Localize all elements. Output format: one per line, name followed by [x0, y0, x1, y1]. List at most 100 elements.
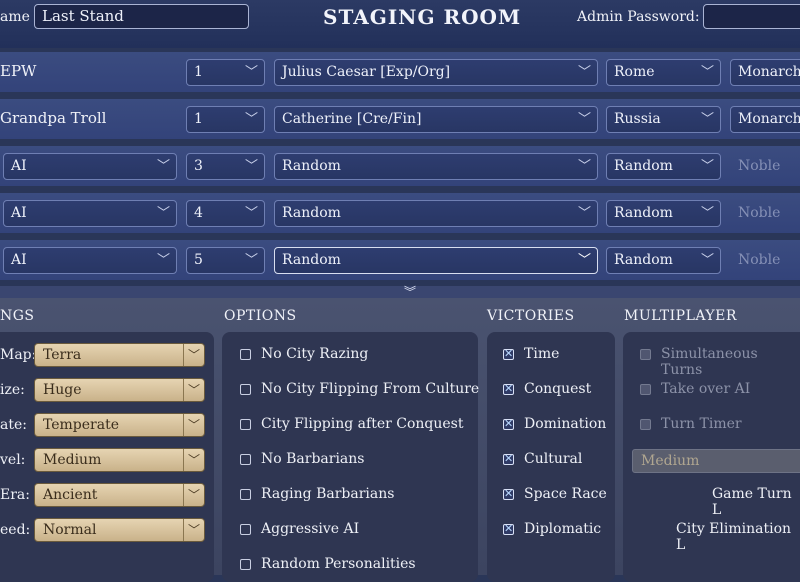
climate-value: Temperate	[43, 417, 120, 433]
civ-value: Random	[614, 158, 673, 174]
aggressive-ai-checkbox[interactable]	[240, 524, 251, 535]
difficulty-value: Monarch	[738, 111, 800, 127]
difficulty-text: Noble	[738, 252, 781, 268]
leader-dropdown[interactable]: Random ﹀	[274, 247, 598, 274]
sea-level-dropdown[interactable]: Medium ﹀	[34, 448, 205, 472]
player-type-dropdown[interactable]: AI ﹀	[3, 153, 177, 180]
city-elimination-limit-label: City Elimination L	[676, 521, 792, 553]
leader-dropdown[interactable]: Random ﹀	[274, 153, 598, 180]
no-barbarians-checkbox[interactable]	[240, 454, 251, 465]
civ-dropdown[interactable]: Random ﹀	[606, 200, 721, 227]
admin-password-input[interactable]	[703, 4, 800, 29]
victory-label: Time	[524, 346, 560, 362]
random-personalities-checkbox[interactable]	[240, 559, 251, 570]
chevron-down-icon: ﹀	[700, 206, 714, 221]
game-turn-limit-label: Game Turn L	[712, 486, 792, 518]
sea-level-value: Medium	[43, 452, 102, 468]
civ-value: Random	[614, 205, 673, 221]
chevron-down-icon: ﹀	[577, 65, 591, 80]
diplomatic-victory-checkbox[interactable]	[503, 522, 514, 535]
no-city-razing-checkbox[interactable]	[240, 349, 251, 360]
mp-option-label: Turn Timer	[661, 416, 742, 432]
chevron-down-icon: ﹀	[183, 344, 204, 366]
chevron-down-icon: ﹀	[156, 206, 170, 221]
player-row: AI ﹀ 3 ﹀ Random ﹀ Random ﹀ Noble	[0, 146, 800, 186]
player-row: AI ﹀ 4 ﹀ Random ﹀ Random ﹀ Noble	[0, 193, 800, 233]
chevron-down-icon: ﹀	[700, 159, 714, 174]
civ-dropdown[interactable]: Russia ﹀	[606, 106, 721, 133]
civ-dropdown[interactable]: Random ﹀	[606, 153, 721, 180]
player-type-value: AI	[11, 158, 27, 174]
chevron-down-icon: ﹀	[700, 112, 714, 127]
city-flipping-conquest-checkbox[interactable]	[240, 419, 251, 430]
difficulty-text: Noble	[738, 205, 781, 221]
header-bar: ame Last Stand STAGING ROOM Admin Passwo…	[0, 0, 800, 48]
chevron-down-icon: ﹀	[700, 253, 714, 268]
player-name: EPW	[0, 62, 37, 80]
leader-value: Catherine [Cre/Fin]	[282, 111, 422, 127]
mp-option-label: Simultaneous Turns	[661, 346, 758, 378]
team-dropdown[interactable]: 1 ﹀	[186, 106, 265, 133]
size-label: ize:	[0, 382, 25, 398]
team-dropdown[interactable]: 3 ﹀	[186, 153, 265, 180]
victory-label: Diplomatic	[524, 521, 602, 537]
civ-dropdown[interactable]: Random ﹀	[606, 247, 721, 274]
difficulty-value: Monarch	[738, 64, 800, 80]
civ-value: Random	[614, 252, 673, 268]
victory-label: Cultural	[524, 451, 583, 467]
game-name-input[interactable]: Last Stand	[34, 4, 249, 29]
leader-dropdown[interactable]: Random ﹀	[274, 200, 598, 227]
take-over-ai-checkbox[interactable]	[640, 384, 651, 395]
leader-dropdown[interactable]: Julius Caesar [Exp/Org] ﹀	[274, 59, 598, 86]
era-dropdown[interactable]: Ancient ﹀	[34, 483, 205, 507]
player-type-value: AI	[11, 252, 27, 268]
time-victory-checkbox[interactable]	[503, 347, 514, 360]
chevron-down-icon: ﹀	[244, 112, 258, 127]
leader-dropdown[interactable]: Catherine [Cre/Fin] ﹀	[274, 106, 598, 133]
team-dropdown[interactable]: 4 ﹀	[186, 200, 265, 227]
player-row: AI ﹀ 5 ﹀ Random ﹀ Random ﹀ Noble	[0, 240, 800, 280]
leader-value: Julius Caesar [Exp/Org]	[282, 64, 451, 80]
option-label: Random Personalities	[261, 556, 416, 572]
options-header: OPTIONS	[224, 308, 297, 324]
player-type-dropdown[interactable]: AI ﹀	[3, 247, 177, 274]
chevron-down-icon: ﹀	[183, 449, 204, 471]
team-value: 1	[194, 111, 203, 127]
speed-dropdown[interactable]: Normal ﹀	[34, 518, 205, 542]
size-dropdown[interactable]: Huge ﹀	[34, 378, 205, 402]
chevron-down-icon: ﹀	[577, 206, 591, 221]
admin-password-label: Admin Password:	[577, 9, 700, 25]
turn-timer-dropdown[interactable]: Medium	[632, 449, 800, 473]
domination-victory-checkbox[interactable]	[503, 417, 514, 430]
team-dropdown[interactable]: 5 ﹀	[186, 247, 265, 274]
conquest-victory-checkbox[interactable]	[503, 382, 514, 395]
climate-dropdown[interactable]: Temperate ﹀	[34, 413, 205, 437]
chevron-down-icon: ﹀	[244, 65, 258, 80]
victory-label: Conquest	[524, 381, 592, 397]
size-value: Huge	[43, 382, 82, 398]
space-race-victory-checkbox[interactable]	[503, 487, 514, 500]
player-type-dropdown[interactable]: AI ﹀	[3, 200, 177, 227]
turn-timer-checkbox[interactable]	[640, 419, 651, 430]
map-value: Terra	[43, 347, 82, 363]
cultural-victory-checkbox[interactable]	[503, 452, 514, 465]
era-value: Ancient	[43, 487, 98, 503]
player-name: Grandpa Troll	[0, 109, 107, 127]
raging-barbarians-checkbox[interactable]	[240, 489, 251, 500]
team-value: 4	[194, 205, 203, 221]
difficulty-dropdown[interactable]: Monarch	[730, 59, 800, 86]
option-label: No Barbarians	[261, 451, 365, 467]
climate-label: ate:	[0, 417, 27, 433]
team-dropdown[interactable]: 1 ﹀	[186, 59, 265, 86]
map-dropdown[interactable]: Terra ﹀	[34, 343, 205, 367]
victory-label: Space Race	[524, 486, 607, 502]
player-row: EPW 1 ﹀ Julius Caesar [Exp/Org] ﹀ Rome ﹀ Mo…	[0, 52, 800, 92]
page-title: STAGING ROOM	[323, 5, 522, 29]
option-label: No City Flipping From Culture	[261, 381, 480, 397]
civ-dropdown[interactable]: Rome ﹀	[606, 59, 721, 86]
difficulty-dropdown[interactable]: Monarch	[730, 106, 800, 133]
sea-level-label: vel:	[0, 452, 26, 468]
simultaneous-turns-checkbox[interactable]	[640, 349, 651, 360]
no-city-flipping-checkbox[interactable]	[240, 384, 251, 395]
team-value: 3	[194, 158, 203, 174]
